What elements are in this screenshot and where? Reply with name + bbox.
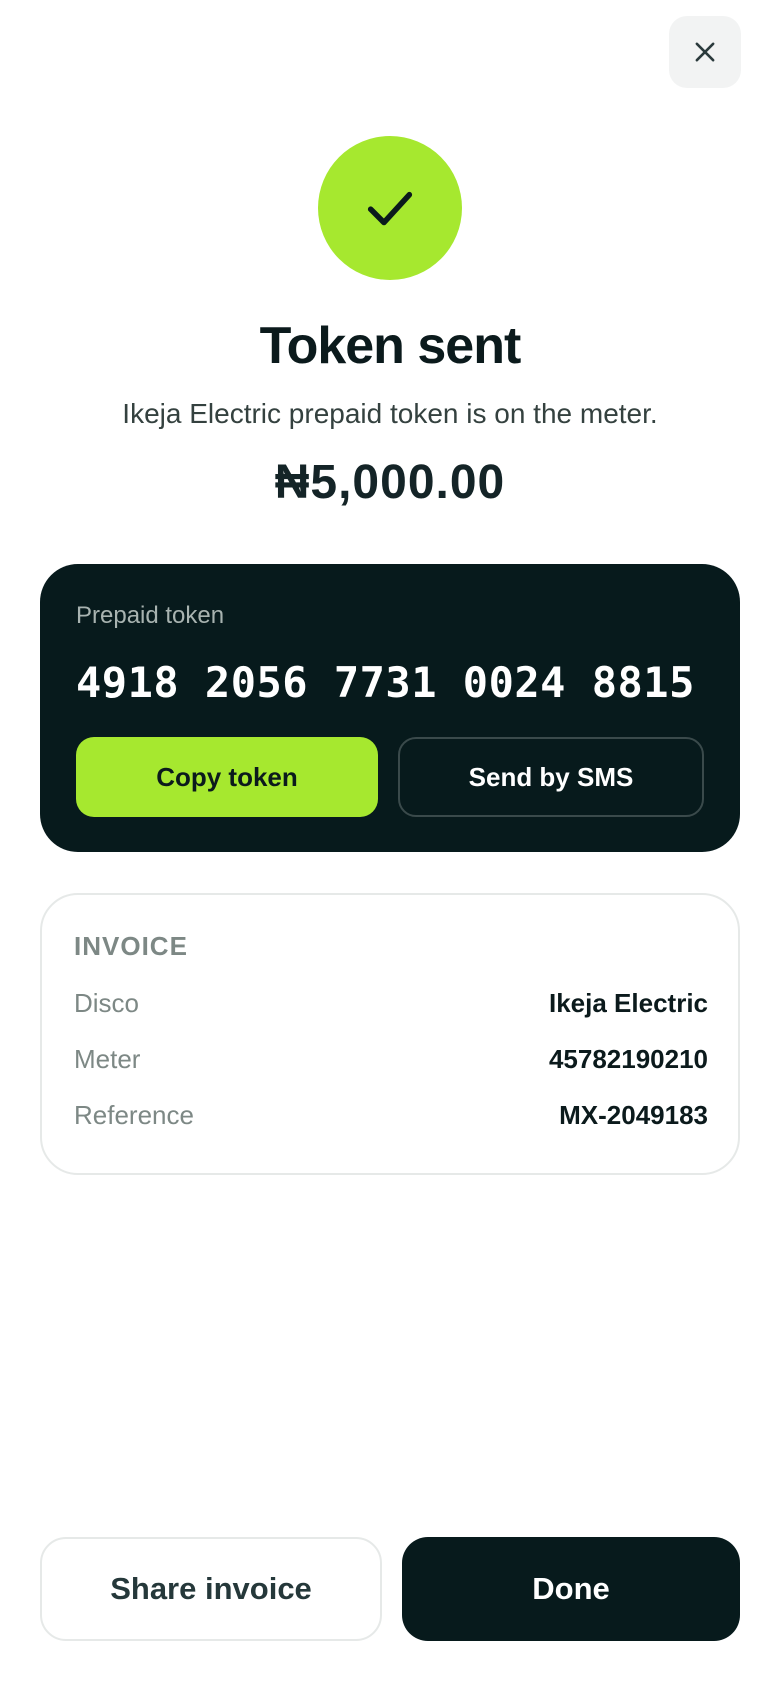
token-label: Prepaid token	[76, 602, 225, 629]
copy-token-button[interactable]: Copy token	[76, 737, 378, 817]
done-button[interactable]: Done	[402, 1537, 740, 1641]
share-invoice-button[interactable]: Share invoice	[40, 1537, 382, 1641]
success-badge	[318, 136, 462, 280]
invoice-key: Reference	[74, 1099, 194, 1130]
amount: ₦5,000.00	[274, 456, 506, 509]
invoice-row-reference: Reference MX-2049183	[74, 1097, 708, 1133]
checkmark-icon	[367, 191, 413, 226]
invoice-heading: INVOICE	[74, 931, 188, 961]
token-value[interactable]: 4918 2056 7731 0024 8815	[76, 658, 695, 707]
invoice-key: Disco	[74, 987, 140, 1018]
invoice-value: MX-2049183	[559, 1099, 708, 1130]
invoice-value: 45782190210	[548, 1043, 708, 1074]
invoice-value: Ikeja Electric	[549, 987, 708, 1018]
invoice-row-disco: Disco Ikeja Electric	[74, 985, 708, 1021]
close-button[interactable]	[669, 16, 741, 88]
invoice-row-meter: Meter 45782190210	[74, 1041, 708, 1077]
invoice-key: Meter	[74, 1043, 141, 1074]
close-icon	[695, 42, 715, 62]
token-card: Prepaid token 4918 2056 7731 0024 8815 C…	[40, 564, 740, 852]
send-sms-button[interactable]: Send by SMS	[398, 737, 704, 817]
page-subtitle: Ikeja Electric prepaid token is on the m…	[122, 398, 658, 429]
page-title: Token sent	[259, 317, 522, 375]
invoice-card: INVOICE Disco Ikeja Electric Meter 45782…	[40, 893, 740, 1175]
